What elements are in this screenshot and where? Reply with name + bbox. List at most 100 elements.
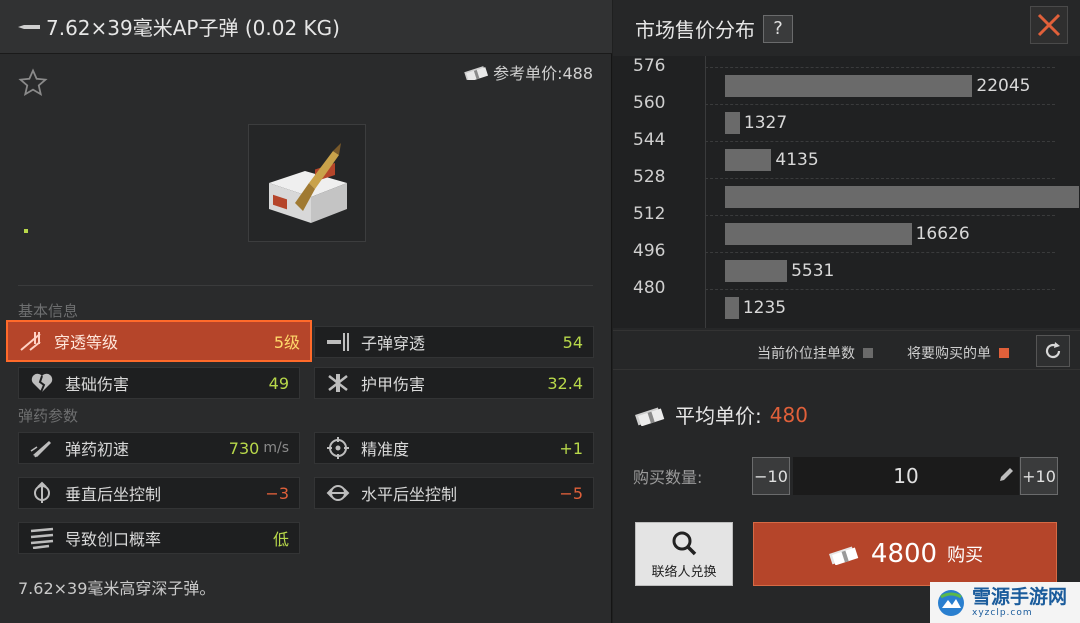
quantity-plus-button[interactable]: +10	[1020, 457, 1058, 495]
help-button[interactable]: ?	[763, 14, 793, 43]
close-button[interactable]	[1030, 6, 1068, 44]
legend-label: 当前价位挂单数	[757, 346, 855, 362]
chart-data-label: 1235	[742, 298, 787, 318]
chart-gridline	[705, 252, 1055, 253]
stat-label: 精准度	[361, 440, 410, 459]
chart-axis	[705, 56, 706, 328]
divider	[18, 285, 593, 286]
search-icon	[672, 531, 697, 555]
crosshair-icon	[323, 435, 353, 461]
stat-value: 49	[268, 373, 289, 393]
reference-price-text: 参考单价:488	[493, 64, 593, 83]
chart-data-label: 5531	[791, 261, 835, 281]
chart-tick-label: 496	[633, 241, 666, 261]
market-title-text: 市场售价分布	[635, 18, 755, 42]
stat-value: 低	[272, 530, 289, 549]
vertical-recoil-icon	[27, 480, 57, 506]
bleed-icon	[27, 525, 57, 551]
stat-label: 子弹穿透	[361, 334, 426, 353]
chart-legend: 当前价位挂单数 将要购买的单	[613, 330, 1080, 370]
stat-accuracy[interactable]: 精准度 +1	[314, 432, 594, 464]
money-icon	[464, 66, 489, 80]
chart-bar	[725, 149, 772, 171]
chart-data-label: 22045	[976, 76, 1031, 96]
money-icon	[828, 546, 859, 565]
ammo-box-image	[269, 143, 347, 223]
chart-bar	[725, 223, 912, 245]
market-panel: 市场售价分布 ? 5762204556013275444135528315505…	[613, 0, 1080, 623]
favorite-star-icon[interactable]	[18, 68, 48, 98]
stat-label: 穿透等级	[54, 333, 119, 352]
stat-unit: m/s	[263, 440, 289, 456]
chart-gridline	[705, 141, 1055, 142]
chart-gridline	[705, 67, 1055, 68]
stat-bullet-penetration[interactable]: 子弹穿透 54	[314, 326, 594, 358]
horizontal-recoil-icon	[323, 480, 353, 506]
chart-bar	[725, 112, 740, 134]
chart-tick-label: 512	[633, 204, 666, 224]
watermark-title: 雪源手游网	[972, 585, 1068, 608]
stat-value: 32.4	[547, 373, 583, 393]
chart-tick-label: 480	[633, 278, 666, 298]
section-basic-info: 基本信息	[18, 302, 79, 320]
quantity-input[interactable]: 10	[793, 457, 1019, 495]
stat-value: 54	[562, 332, 583, 352]
penetration-icon	[16, 328, 46, 354]
stat-label: 导致创口概率	[65, 530, 162, 549]
stat-penetration-level[interactable]: 穿透等级 5级	[6, 320, 312, 362]
chart-tick-label: 560	[633, 93, 666, 113]
stat-value: −5	[559, 483, 583, 503]
stat-label: 护甲伤害	[361, 375, 426, 394]
broken-heart-icon	[27, 370, 57, 396]
average-price: 平均单价: 480	[633, 400, 808, 429]
stat-label: 弹药初速	[65, 440, 130, 459]
stat-armor-damage[interactable]: 护甲伤害 32.4	[314, 367, 594, 399]
item-image-frame	[248, 124, 366, 242]
average-price-label: 平均单价:	[675, 404, 762, 428]
average-price-value: 480	[769, 402, 808, 427]
watermark: 雪源手游网 xyzclp.com	[930, 582, 1080, 623]
chart-gridline	[705, 215, 1055, 216]
contact-exchange-button[interactable]: 联络人兑换	[635, 522, 733, 586]
chart-data-label: 1327	[743, 113, 788, 133]
chart-gridline	[705, 178, 1055, 179]
refresh-icon	[1045, 342, 1061, 359]
chart-tick-label: 528	[633, 167, 666, 187]
item-title: 7.62×39毫米AP子弹 (0.02 KG)	[46, 16, 340, 40]
stat-label: 基础伤害	[65, 375, 130, 394]
chart-tick-label: 576	[633, 56, 666, 76]
stat-vertical-recoil[interactable]: 垂直后坐控制 −3	[18, 477, 300, 509]
stat-base-damage[interactable]: 基础伤害 49	[18, 367, 300, 399]
chart-bar	[725, 75, 973, 97]
legend-swatch-current	[863, 348, 873, 358]
stat-value: −3	[265, 483, 289, 503]
watermark-url: xyzclp.com	[972, 607, 1033, 618]
buy-amount: 4800	[870, 539, 938, 569]
stat-label: 垂直后坐控制	[65, 485, 162, 504]
chart-gridline	[705, 104, 1055, 105]
stat-horizontal-recoil[interactable]: 水平后坐控制 −5	[314, 477, 594, 509]
market-title: 市场售价分布 ?	[635, 14, 793, 43]
legend-current-orders: 当前价位挂单数	[757, 343, 873, 363]
refresh-button[interactable]	[1036, 335, 1070, 367]
bullet-icon	[18, 24, 40, 30]
buy-button[interactable]: 4800 购买	[753, 522, 1057, 586]
pencil-icon[interactable]	[997, 466, 1015, 484]
bullet-penetration-icon	[323, 329, 353, 355]
stat-value: 730	[228, 438, 260, 458]
stat-value: 5级	[273, 333, 300, 352]
armor-damage-icon	[323, 370, 353, 396]
indicator-dot	[24, 229, 28, 233]
item-description: 7.62×39毫米高穿深子弹。	[18, 579, 216, 598]
contact-exchange-label: 联络人兑换	[651, 564, 717, 580]
legend-label: 将要购买的单	[907, 346, 991, 362]
item-detail-panel: 7.62×39毫米AP子弹 (0.02 KG) 参考单价:488 基本信息 穿透…	[0, 0, 612, 623]
item-titlebar: 7.62×39毫米AP子弹 (0.02 KG)	[0, 0, 612, 54]
chart-data-label: 16626	[915, 224, 970, 244]
stat-bleed-chance[interactable]: 导致创口概率 低	[18, 522, 300, 554]
close-icon	[1037, 13, 1061, 37]
quantity-minus-button[interactable]: −10	[752, 457, 790, 495]
chart-gridline	[705, 289, 1055, 290]
watermark-logo-icon	[938, 589, 964, 616]
stat-muzzle-velocity[interactable]: 弹药初速 730 m/s	[18, 432, 300, 464]
